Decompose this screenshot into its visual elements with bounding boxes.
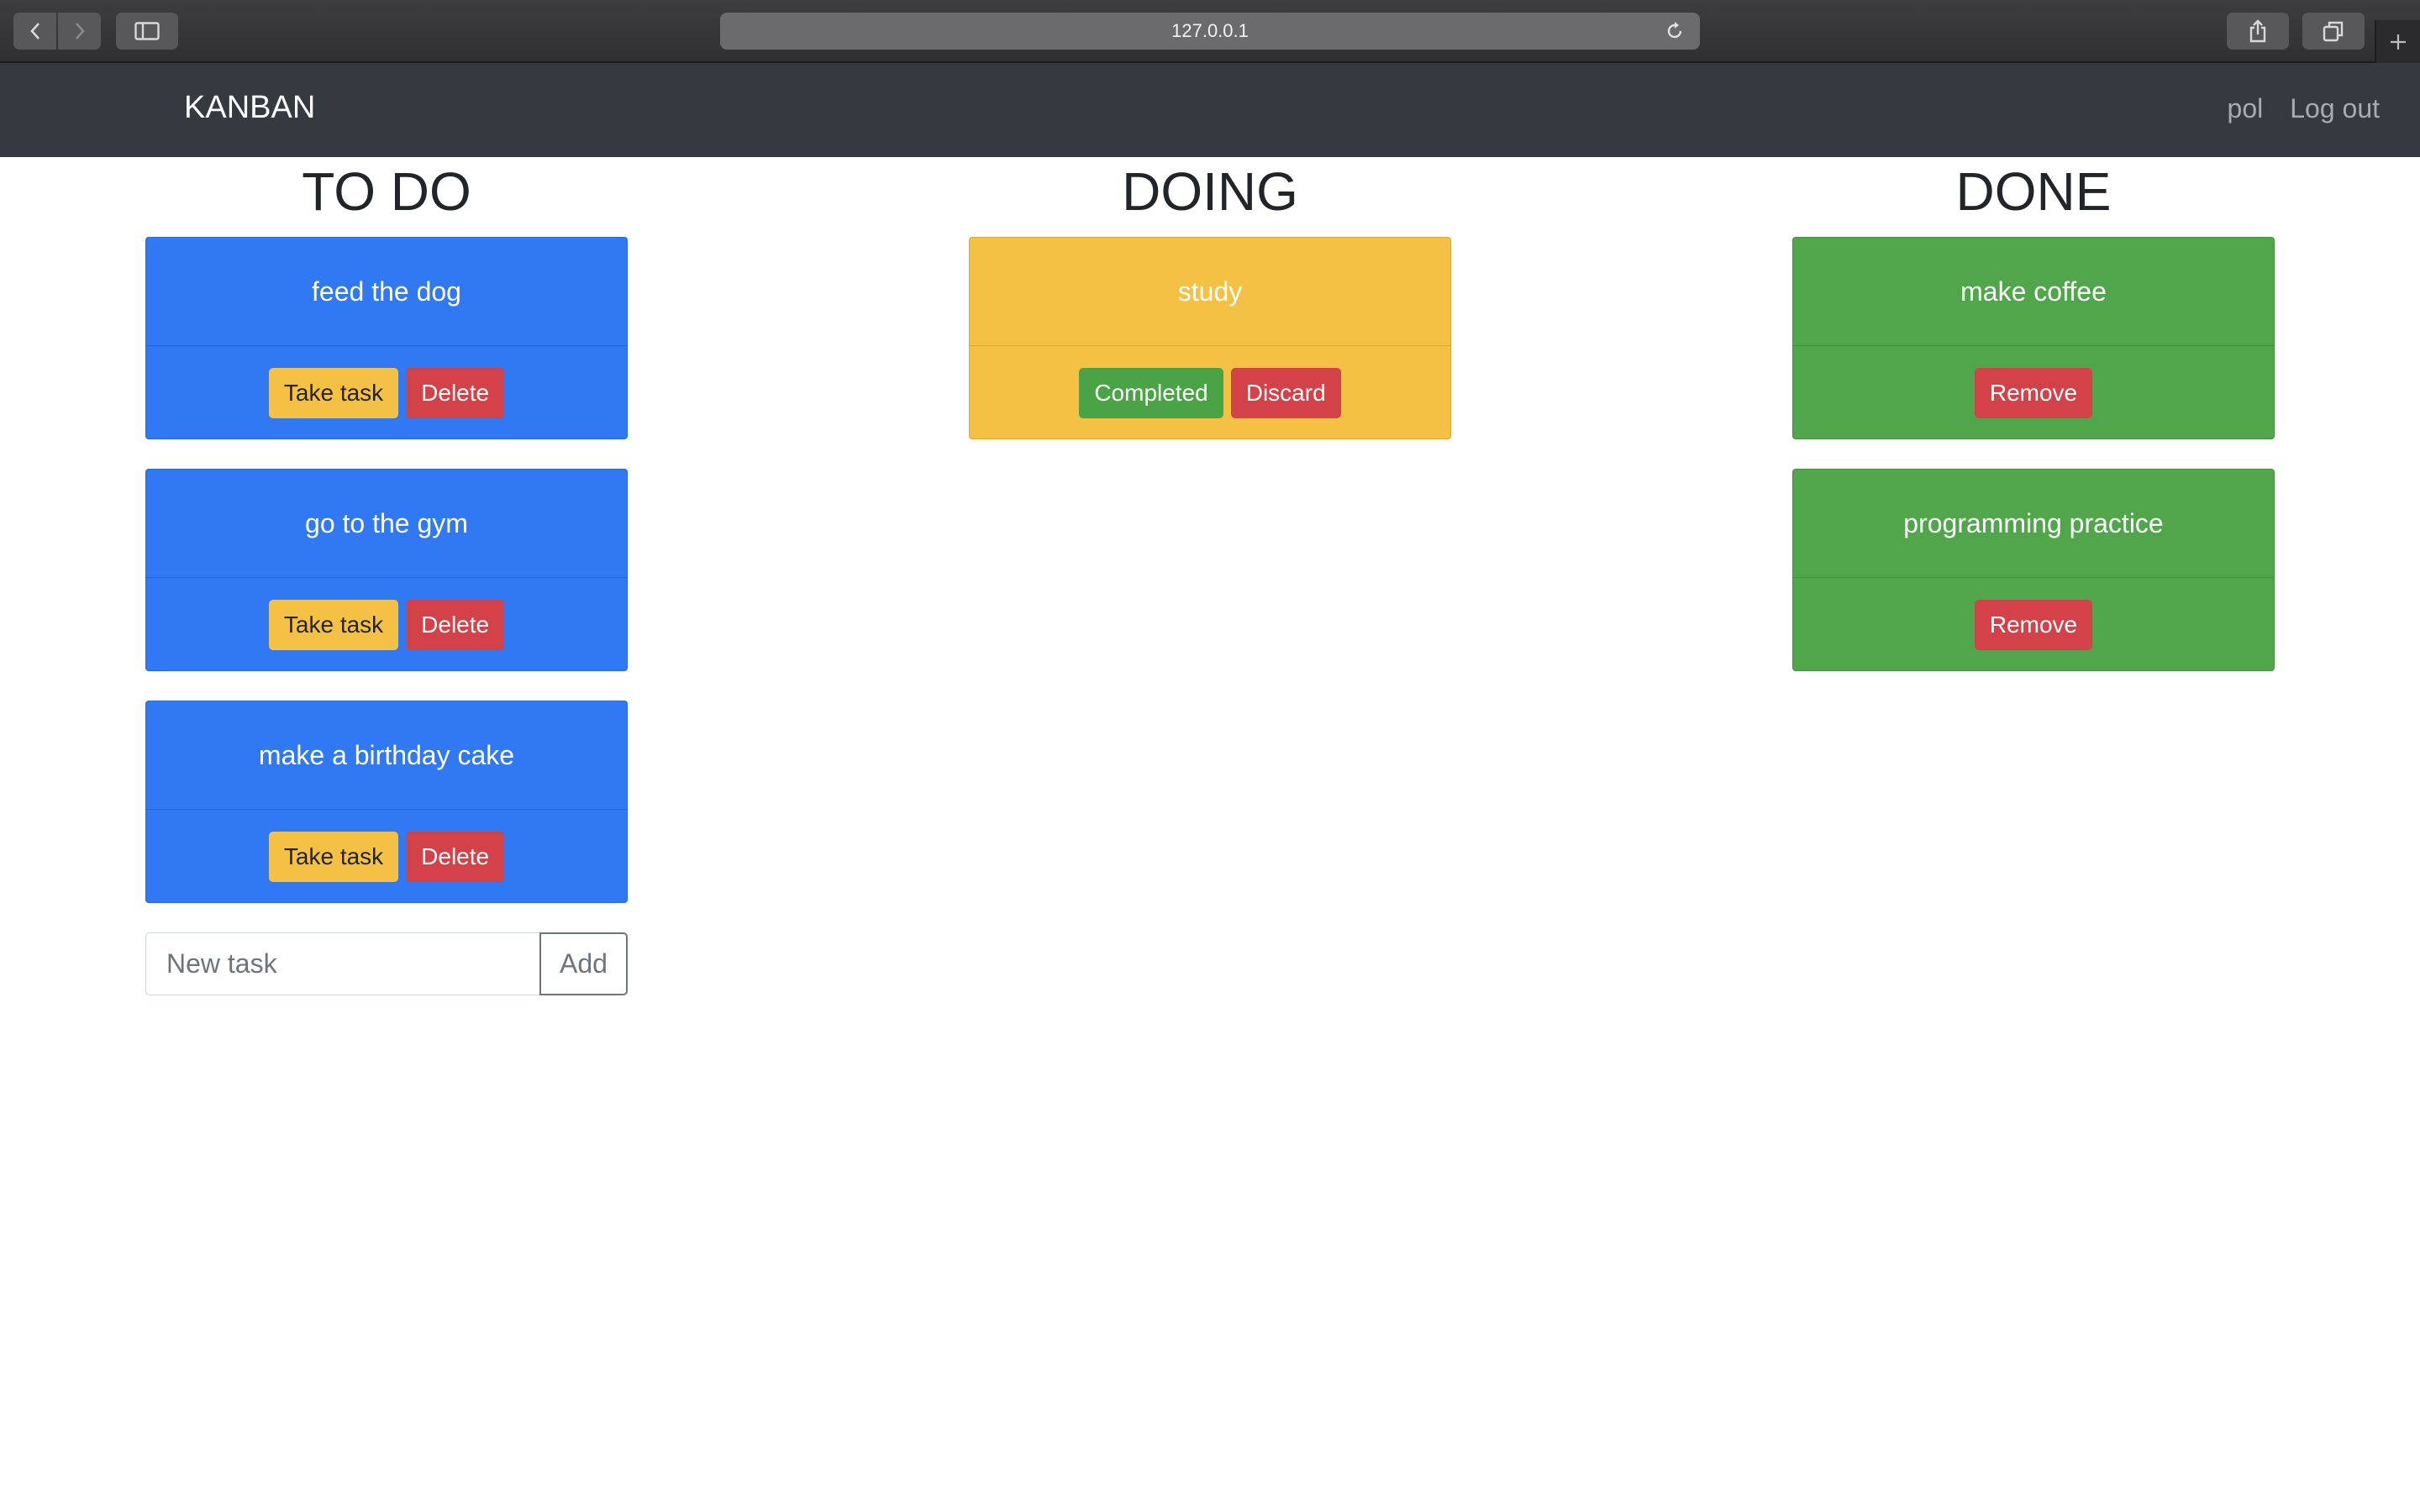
column-title-done: DONE xyxy=(1955,161,2112,222)
card-actions: Take task Delete xyxy=(146,809,627,902)
task-text: study xyxy=(1177,276,1243,307)
remove-button[interactable]: Remove xyxy=(1974,600,2093,650)
column-doing: DOING study Completed Discard xyxy=(969,157,1451,469)
plus-icon xyxy=(2391,34,2406,50)
sidebar-toggle-button[interactable] xyxy=(116,13,178,50)
task-text: programming practice xyxy=(1903,507,2164,538)
address-url: 127.0.0.1 xyxy=(1171,20,1249,41)
take-task-button[interactable]: Take task xyxy=(268,368,399,418)
chevron-left-icon xyxy=(29,23,39,39)
task-card: go to the gym Take task Delete xyxy=(145,469,628,671)
task-text: make coffee xyxy=(1960,276,2107,307)
new-task-form: Add xyxy=(145,932,628,995)
chevron-right-icon xyxy=(75,23,85,39)
user-link[interactable]: pol xyxy=(2228,93,2264,124)
task-card: programming practice Remove xyxy=(1792,469,2275,671)
task-text: go to the gym xyxy=(305,507,468,538)
column-done: DONE make coffee Remove programming prac… xyxy=(1792,157,2275,701)
new-task-input[interactable] xyxy=(145,932,539,995)
brand-link[interactable]: KANBAN xyxy=(184,90,315,126)
back-button[interactable] xyxy=(13,13,56,50)
tabs-icon xyxy=(2323,21,2344,42)
task-card: make coffee Remove xyxy=(1792,237,2275,439)
nav-right: pol Log out xyxy=(2228,93,2380,124)
add-task-button[interactable]: Add xyxy=(539,932,628,995)
delete-button[interactable]: Delete xyxy=(406,832,505,882)
tabs-overview-button[interactable] xyxy=(2302,13,2365,50)
column-title-doing: DOING xyxy=(1122,161,1298,222)
sidebar-icon xyxy=(134,22,160,40)
card-actions: Remove xyxy=(1793,577,2274,670)
card-actions: Take task Delete xyxy=(146,345,627,438)
take-task-button[interactable]: Take task xyxy=(268,600,399,650)
address-bar[interactable]: 127.0.0.1 xyxy=(720,13,1700,50)
task-card: feed the dog Take task Delete xyxy=(145,237,628,439)
browser-toolbar: 127.0.0.1 xyxy=(0,0,2420,63)
remove-button[interactable]: Remove xyxy=(1974,368,2093,418)
new-tab-button[interactable] xyxy=(2375,20,2420,63)
forward-button[interactable] xyxy=(58,13,101,50)
discard-button[interactable]: Discard xyxy=(1230,368,1341,418)
task-text: make a birthday cake xyxy=(258,739,515,770)
reload-icon[interactable] xyxy=(1665,21,1685,45)
history-nav xyxy=(13,13,101,50)
delete-button[interactable]: Delete xyxy=(406,368,505,418)
card-actions: Remove xyxy=(1793,345,2274,438)
task-text: feed the dog xyxy=(312,276,461,307)
logout-link[interactable]: Log out xyxy=(2290,93,2380,124)
completed-button[interactable]: Completed xyxy=(1079,368,1223,418)
column-title-todo: TO DO xyxy=(302,161,471,222)
card-actions: Completed Discard xyxy=(970,345,1450,438)
share-icon xyxy=(2249,19,2266,43)
task-card: study Completed Discard xyxy=(969,237,1451,439)
take-task-button[interactable]: Take task xyxy=(268,832,399,882)
app-navbar: KANBAN pol Log out xyxy=(0,63,2420,157)
share-button[interactable] xyxy=(2227,13,2289,50)
column-todo: TO DO feed the dog Take task Delete go t… xyxy=(145,157,628,995)
delete-button[interactable]: Delete xyxy=(406,600,505,650)
card-actions: Take task Delete xyxy=(146,577,627,670)
task-card: make a birthday cake Take task Delete xyxy=(145,701,628,903)
